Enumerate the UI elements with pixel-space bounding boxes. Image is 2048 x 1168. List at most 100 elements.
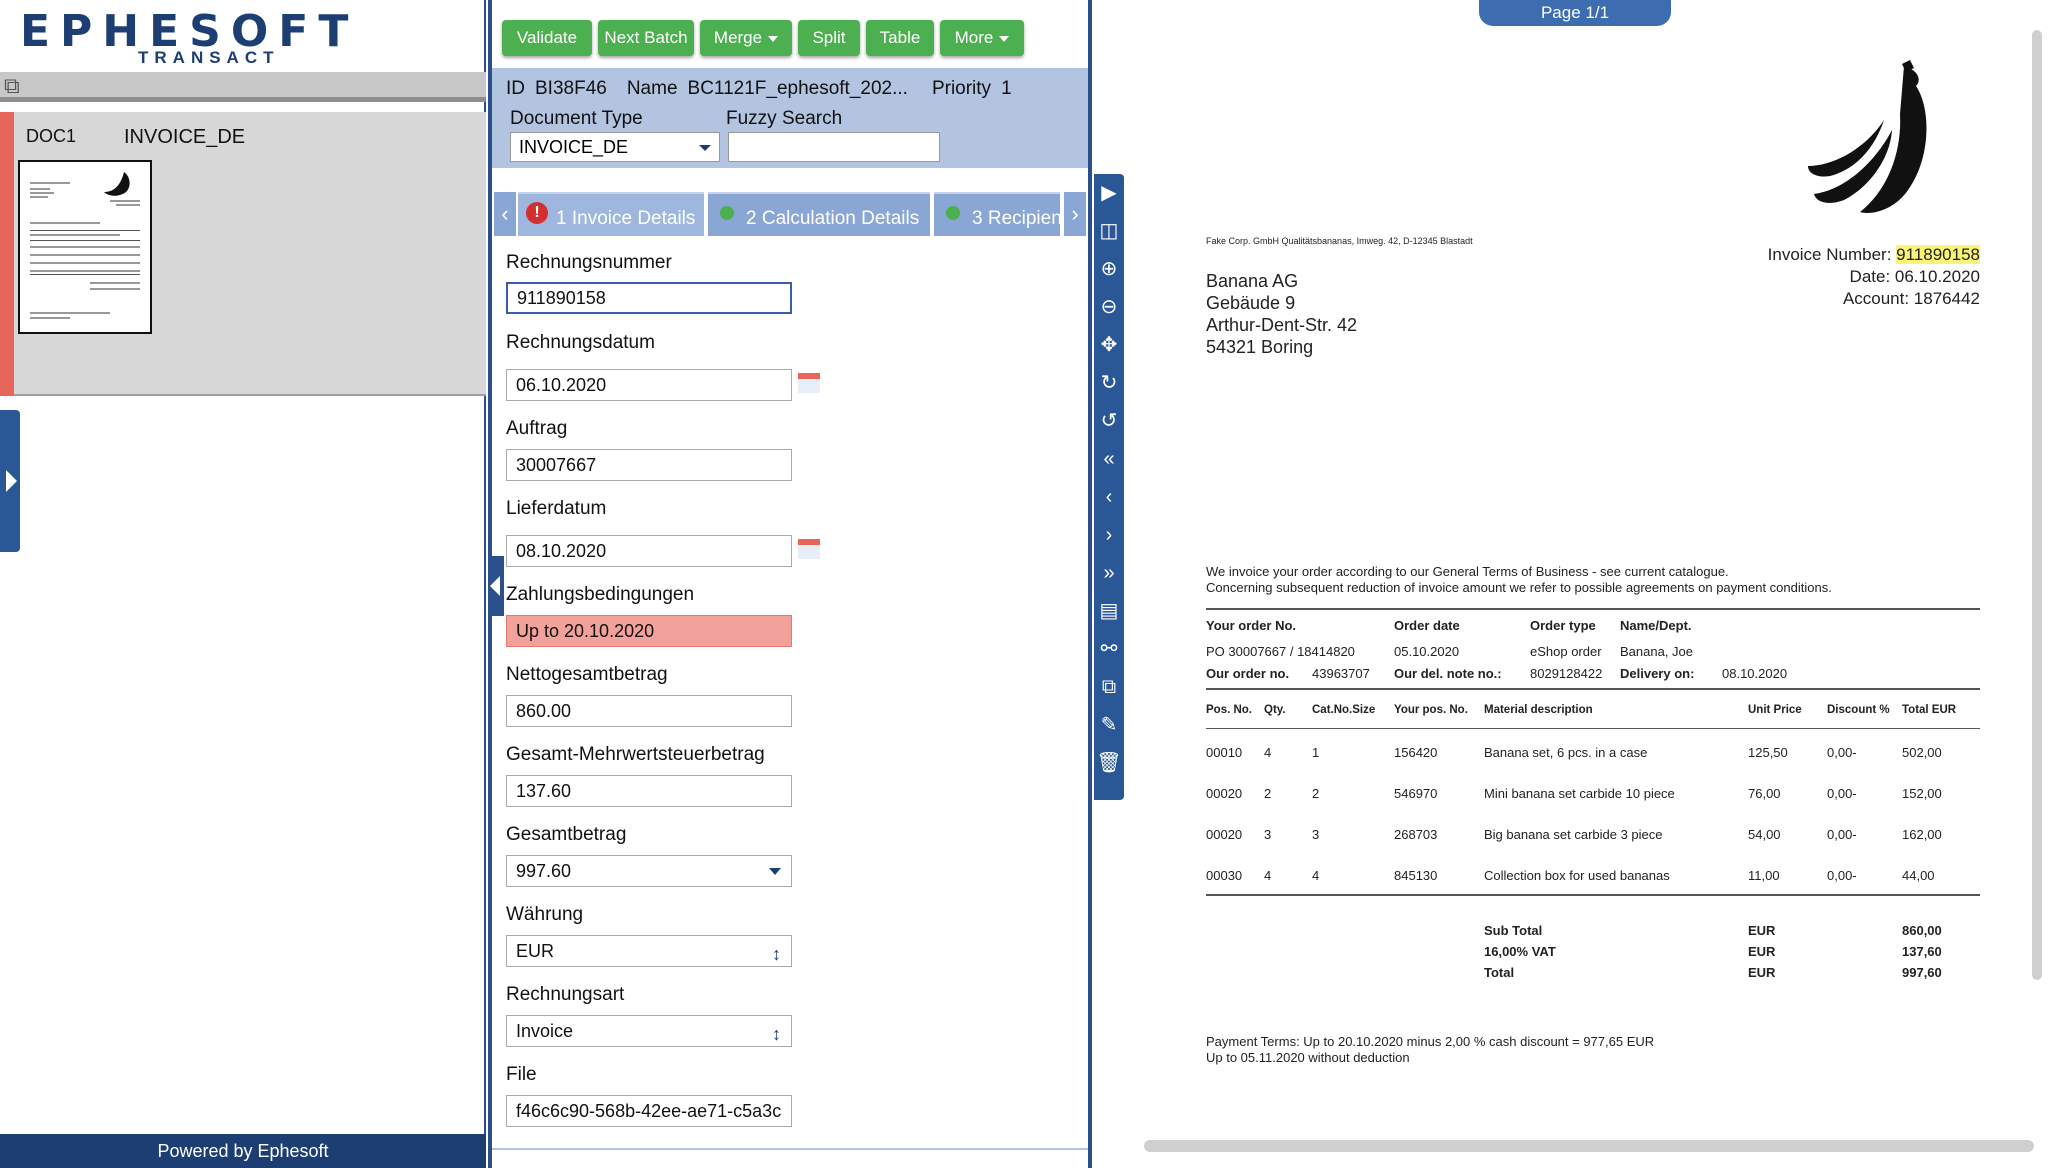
- collapse-panel-button[interactable]: [488, 556, 504, 616]
- document-thumbnail[interactable]: [18, 160, 152, 334]
- expand-panel-button[interactable]: [0, 410, 20, 552]
- cell: 00030: [1206, 868, 1243, 883]
- fuzzy-search-input[interactable]: [728, 132, 940, 162]
- cell: 4: [1312, 868, 1320, 883]
- cell: 2: [1312, 786, 1320, 801]
- document-icon[interactable]: ▤: [1094, 596, 1124, 626]
- table-button[interactable]: Table: [866, 20, 934, 56]
- nettogesamtbetrag-label: Nettogesamtbetrag: [506, 664, 668, 685]
- split-view-icon[interactable]: ◫: [1094, 216, 1124, 246]
- del-note-value: 8029128422: [1530, 666, 1603, 681]
- status-ok-icon: [720, 206, 734, 220]
- more-button[interactable]: More: [940, 20, 1024, 56]
- rotate-counterclockwise-icon[interactable]: ↺: [1094, 406, 1124, 436]
- last-page-icon[interactable]: »: [1094, 558, 1124, 588]
- file-field[interactable]: f46c6c90-568b-42ee-ae71-c5a3c: [506, 1095, 792, 1127]
- cell: 845130: [1394, 868, 1438, 883]
- rechnungsart-select[interactable]: Invoice ↕: [506, 1015, 792, 1047]
- document-type-select[interactable]: INVOICE_DE: [510, 132, 720, 162]
- tab-invoice-details[interactable]: ! 1 Invoice Details: [518, 192, 704, 236]
- cell: 00020: [1206, 827, 1243, 842]
- next-page-icon[interactable]: ›: [1094, 520, 1124, 550]
- powered-by-footer: Powered by Ephesoft: [0, 1134, 486, 1168]
- validate-button[interactable]: Validate: [502, 20, 592, 56]
- account-line: Account: 1876442: [1842, 289, 1980, 308]
- next-batch-button[interactable]: Next Batch: [598, 20, 694, 56]
- cell: 0,00-: [1827, 827, 1857, 842]
- merge-button[interactable]: Merge: [700, 20, 792, 56]
- previous-page-icon[interactable]: ‹: [1094, 482, 1124, 512]
- total-currency: EUR: [1748, 923, 1776, 938]
- item-header: Your pos. No.: [1394, 704, 1468, 716]
- first-page-icon[interactable]: «: [1094, 444, 1124, 474]
- total-currency: EUR: [1748, 944, 1776, 959]
- binoculars-icon[interactable]: ⚯: [1094, 634, 1124, 664]
- document-list-toolbar: ⧉: [0, 72, 486, 102]
- invoice-meta: Invoice Number: 911890158 Date: 06.10.20…: [1744, 244, 1980, 310]
- cell: 00020: [1206, 786, 1243, 801]
- total-label: 16,00% VAT: [1484, 944, 1556, 959]
- rechnungsdatum-field[interactable]: 06.10.2020: [506, 369, 792, 401]
- play-icon[interactable]: ▶: [1094, 178, 1124, 208]
- zahlungsbedingungen-field[interactable]: Up to 20.10.2020: [506, 615, 792, 647]
- batch-id-label: ID: [506, 78, 525, 99]
- copy-icon[interactable]: ⧉: [1094, 672, 1124, 702]
- status-ok-icon: [946, 206, 960, 220]
- zoom-in-icon[interactable]: ⊕: [1094, 254, 1124, 284]
- calendar-icon[interactable]: [798, 539, 820, 559]
- auftrag-field[interactable]: 30007667: [506, 449, 792, 481]
- nettogesamtbetrag-field[interactable]: 860.00: [506, 695, 792, 727]
- gesamtbetrag-select[interactable]: 997.60: [506, 855, 792, 887]
- up-down-icon: ↕: [772, 1024, 781, 1044]
- rechnungsart-value: Invoice: [516, 1021, 574, 1041]
- waehrung-select[interactable]: EUR ↕: [506, 935, 792, 967]
- invoice-number-highlight: 911890158: [1896, 245, 1980, 264]
- total-value: 997,60: [1902, 965, 1942, 980]
- document-card[interactable]: DOC1 INVOICE_DE: [0, 112, 486, 396]
- batch-name-label: Name: [626, 78, 678, 99]
- cell: 4: [1264, 745, 1272, 760]
- move-icon[interactable]: ✥: [1094, 330, 1124, 360]
- fuzzy-search-label: Fuzzy Search: [726, 108, 843, 129]
- cell: 156420: [1394, 745, 1438, 760]
- order-value: PO 30007667 / 18414820: [1206, 644, 1355, 659]
- zoom-out-icon[interactable]: ⊖: [1094, 292, 1124, 322]
- cell: 2: [1264, 786, 1272, 801]
- lieferdatum-label: Lieferdatum: [506, 498, 607, 519]
- waehrung-label: Währung: [506, 904, 584, 925]
- wrench-icon[interactable]: ✎: [1094, 710, 1124, 740]
- auftrag-label: Auftrag: [506, 418, 568, 439]
- mwst-field[interactable]: 137.60: [506, 775, 792, 807]
- horizontal-scrollbar[interactable]: [1144, 1140, 2034, 1152]
- order-header: Your order No.: [1206, 618, 1297, 633]
- cell: 125,50: [1748, 745, 1788, 760]
- cell: 0,00-: [1827, 868, 1857, 883]
- rechnungsnummer-field[interactable]: 911890158: [506, 282, 792, 314]
- tab-recipient[interactable]: 3 Recipient: [934, 192, 1060, 236]
- item-header: Material description: [1484, 704, 1593, 716]
- rotate-clockwise-icon[interactable]: ↻: [1094, 368, 1124, 398]
- tab-label: 3 Recipient: [972, 208, 1060, 229]
- vertical-scrollbar[interactable]: [2032, 30, 2042, 980]
- trash-icon[interactable]: 🗑: [1094, 748, 1124, 778]
- item-header: Cat.No.Size: [1312, 704, 1376, 716]
- rechnungsnummer-label: Rechnungsnummer: [506, 252, 672, 273]
- tab-scroll-right-button[interactable]: ›: [1064, 192, 1086, 236]
- cell: 546970: [1394, 786, 1438, 801]
- item-header: Discount %: [1827, 704, 1890, 716]
- document-status-stripe: [0, 112, 14, 396]
- divider: [1206, 688, 1980, 690]
- tab-calculation-details[interactable]: 2 Calculation Details: [708, 192, 930, 236]
- panel-bottom-border: [492, 1148, 1088, 1168]
- gesamtbetrag-label: Gesamtbetrag: [506, 824, 627, 845]
- document-type-label: INVOICE_DE: [124, 126, 246, 148]
- batch-priority-label: Priority: [931, 78, 992, 99]
- tab-scroll-left-button[interactable]: ‹: [494, 192, 516, 236]
- cell: 502,00: [1902, 745, 1942, 760]
- split-button[interactable]: Split: [798, 20, 860, 56]
- file-label: File: [506, 1064, 537, 1085]
- lieferdatum-field[interactable]: 08.10.2020: [506, 535, 792, 567]
- calendar-icon[interactable]: [798, 373, 820, 393]
- transact-logo-text: TRANSACT: [138, 48, 280, 67]
- copy-icon[interactable]: ⧉: [4, 74, 30, 98]
